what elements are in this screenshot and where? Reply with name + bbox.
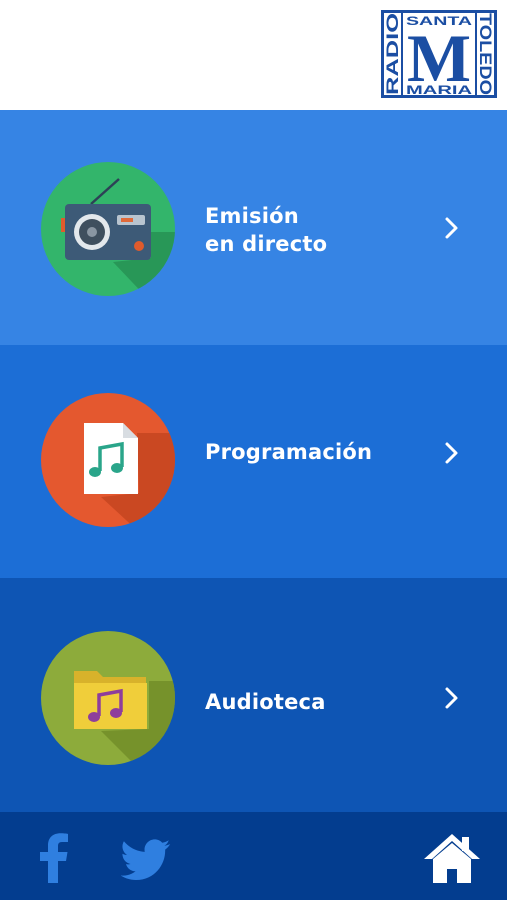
music-folder-icon xyxy=(41,631,175,765)
home-icon[interactable] xyxy=(423,832,481,884)
twitter-icon[interactable] xyxy=(121,839,171,881)
svg-text:MARIA: MARIA xyxy=(406,83,473,97)
radio-maria-logo[interactable]: RADIO SANTA M MARIA TOLEDO xyxy=(381,10,497,98)
footer-bar xyxy=(0,812,507,900)
menu-item-audioteca[interactable]: Audioteca xyxy=(0,578,507,812)
menu-item-label: Programación xyxy=(205,440,373,464)
header: RADIO SANTA M MARIA TOLEDO xyxy=(0,0,507,110)
svg-text:RADIO: RADIO xyxy=(383,13,402,95)
menu-item-programacion[interactable]: Programación xyxy=(0,345,507,578)
chevron-right-icon xyxy=(445,687,458,709)
svg-text:TOLEDO: TOLEDO xyxy=(476,13,495,95)
chevron-right-icon xyxy=(445,217,458,239)
menu-item-label: Emisión en directo xyxy=(205,204,328,256)
chevron-right-icon xyxy=(445,442,458,464)
facebook-icon[interactable] xyxy=(36,833,70,883)
menu-item-label: Audioteca xyxy=(205,690,326,714)
radio-icon xyxy=(41,162,175,296)
music-file-icon xyxy=(41,393,175,527)
menu-item-emision-en-directo[interactable]: Emisión en directo xyxy=(0,110,507,345)
